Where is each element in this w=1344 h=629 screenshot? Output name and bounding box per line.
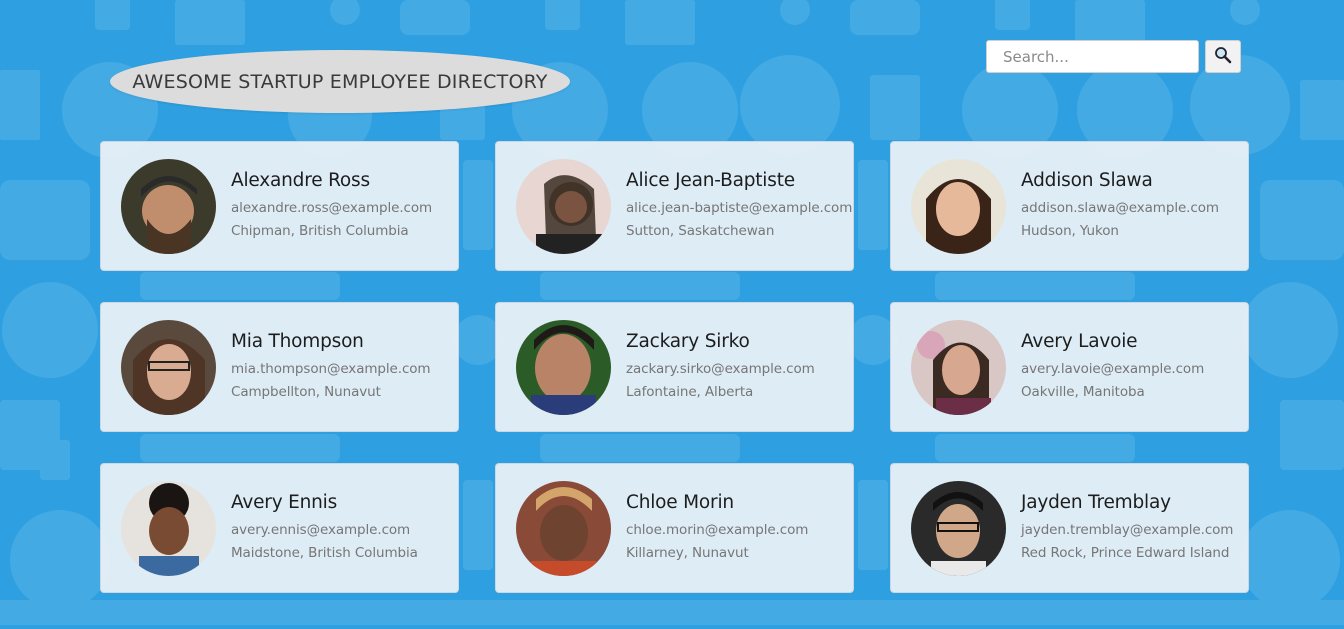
avatar [911,480,1006,576]
employee-email: mia.thompson@example.com [231,360,431,377]
employee-name: Avery Lavoie [1021,330,1138,352]
avatar [516,319,611,415]
employee-location: Lafontaine, Alberta [626,383,754,400]
avatar [121,480,216,576]
avatar [516,158,611,254]
employee-location: Oakville, Manitoba [1021,383,1145,400]
avatar [121,319,216,415]
employee-email: chloe.morin@example.com [626,521,809,538]
employee-email: alice.jean-baptiste@example.com [626,199,853,216]
employee-name: Alice Jean-Baptiste [626,169,795,191]
employee-email: addison.slawa@example.com [1021,199,1219,216]
employee-email: jayden.tremblay@example.com [1021,521,1234,538]
employee-email: zackary.sirko@example.com [626,360,815,377]
avatar [516,480,611,576]
search-input[interactable] [986,40,1199,73]
employee-email: alexandre.ross@example.com [231,199,433,216]
avatar [911,319,1006,415]
employee-name: Mia Thompson [231,330,364,352]
employee-name: Jayden Tremblay [1021,491,1171,513]
employee-name: Addison Slawa [1021,169,1153,191]
employee-email: avery.ennis@example.com [231,521,411,538]
employee-card[interactable]: Alice Jean-Baptiste alice.jean-baptiste@… [495,141,854,271]
search-button[interactable] [1205,40,1241,73]
employee-location: Chipman, British Columbia [231,222,409,239]
employee-location: Killarney, Nunavut [626,544,749,561]
employee-card[interactable]: Zackary Sirko zackary.sirko@example.com … [495,302,854,432]
employee-card[interactable]: Avery Ennis avery.ennis@example.com Maid… [100,463,459,593]
employee-name: Zackary Sirko [626,330,750,352]
employee-name: Chloe Morin [626,491,734,513]
employee-name: Avery Ennis [231,491,338,513]
employee-location: Red Rock, Prince Edward Island [1021,544,1230,561]
search-form [986,40,1241,73]
employee-card[interactable]: Chloe Morin chloe.morin@example.com Kill… [495,463,854,593]
employee-email: avery.lavoie@example.com [1021,360,1205,377]
employee-location: Sutton, Saskatchewan [626,222,775,239]
page-title: AWESOME STARTUP EMPLOYEE DIRECTORY [132,70,548,93]
employee-card[interactable]: Mia Thompson mia.thompson@example.com Ca… [100,302,459,432]
employee-location: Maidstone, British Columbia [231,544,418,561]
employee-card[interactable]: Avery Lavoie avery.lavoie@example.com Oa… [890,302,1249,432]
title-banner: AWESOME STARTUP EMPLOYEE DIRECTORY [110,50,570,113]
avatar [121,158,216,254]
employee-card[interactable]: Jayden Tremblay jayden.tremblay@example.… [890,463,1249,593]
avatar [911,158,1006,254]
employee-card[interactable]: Alexandre Ross alexandre.ross@example.co… [100,141,459,271]
employee-name: Alexandre Ross [231,169,370,191]
employee-card[interactable]: Addison Slawa addison.slawa@example.com … [890,141,1249,271]
magnifier-icon [1214,46,1232,67]
employee-location: Hudson, Yukon [1021,222,1119,239]
employee-location: Campbellton, Nunavut [231,383,381,400]
